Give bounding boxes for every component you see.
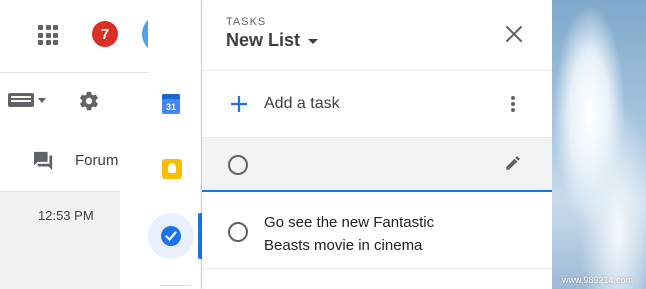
panel-eyebrow: TASKS <box>226 16 267 28</box>
new-task-row <box>202 138 552 192</box>
apps-grid-icon[interactable] <box>38 25 58 45</box>
gmail-background: 7 Forum 12:53 PM <box>0 0 148 289</box>
chevron-down-icon <box>308 39 319 44</box>
divider <box>160 285 190 286</box>
gear-icon[interactable] <box>78 90 100 112</box>
calendar-icon[interactable]: 31 <box>162 94 180 114</box>
new-task-input[interactable] <box>258 152 478 176</box>
plus-icon <box>231 96 247 112</box>
task-item[interactable]: Go see the new Fantastic Beasts movie in… <box>202 194 552 268</box>
task-checkbox[interactable] <box>228 155 248 175</box>
tasks-icon <box>161 226 181 246</box>
more-vert-icon[interactable] <box>510 95 516 113</box>
edit-pencil-icon[interactable] <box>504 154 522 172</box>
forum-icon[interactable] <box>33 151 55 171</box>
add-task-label: Add a task <box>264 95 340 112</box>
close-icon[interactable] <box>502 22 526 46</box>
watermark: www.989214.com <box>562 275 634 285</box>
keep-icon[interactable] <box>162 159 182 179</box>
list-title: New List <box>226 30 301 50</box>
list-selector[interactable]: New List <box>226 30 319 51</box>
task-checkbox[interactable] <box>228 222 248 242</box>
keyboard-icon[interactable] <box>8 93 34 107</box>
mail-time: 12:53 PM <box>38 208 94 223</box>
divider <box>202 268 552 269</box>
notification-badge[interactable]: 7 <box>92 21 118 47</box>
tasks-side-button[interactable] <box>148 213 194 259</box>
mail-row[interactable] <box>0 192 120 289</box>
desktop-wallpaper <box>552 0 646 289</box>
task-title[interactable]: Go see the new Fantastic Beasts movie in… <box>264 211 484 257</box>
divider <box>0 72 148 73</box>
forum-tab-label[interactable]: Forum <box>75 152 123 169</box>
chevron-down-icon[interactable] <box>38 98 46 103</box>
add-task-button[interactable]: Add a task <box>202 71 552 137</box>
tasks-panel: TASKS New List Add a task Go see the new… <box>202 0 552 289</box>
